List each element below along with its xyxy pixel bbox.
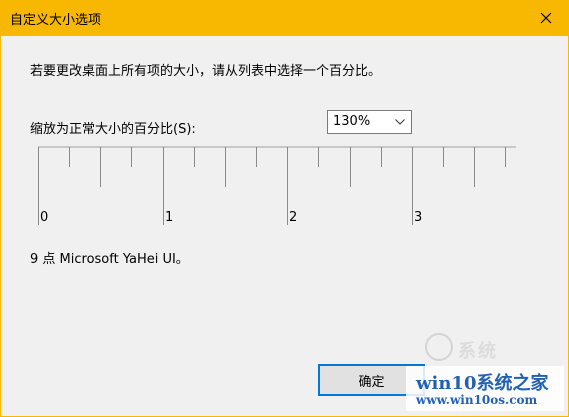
ruler-label-1: 1: [165, 210, 173, 225]
ruler-label-3: 3: [414, 210, 422, 225]
ruler[interactable]: 0 1 2 3: [0, 0, 569, 240]
ok-button-label: 确定: [358, 374, 385, 390]
watermark-faint-text: 系统: [458, 341, 498, 362]
watermark-logo-icon: [425, 333, 453, 361]
watermark-title: win10系统之家: [416, 373, 549, 394]
watermark-url: www.win10os.com: [416, 393, 538, 407]
font-info-text: 9 点 Microsoft YaHei UI。: [30, 252, 189, 267]
ruler-label-2: 2: [289, 210, 297, 225]
ruler-label-0: 0: [40, 210, 48, 225]
